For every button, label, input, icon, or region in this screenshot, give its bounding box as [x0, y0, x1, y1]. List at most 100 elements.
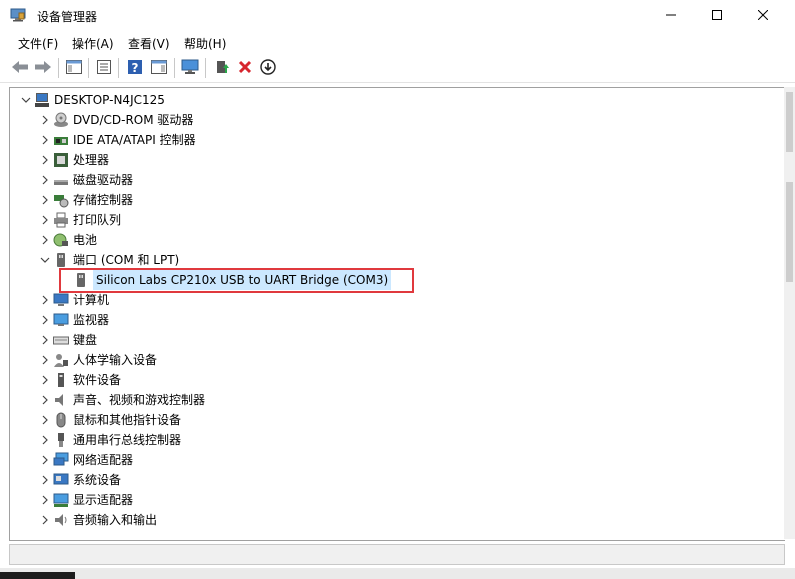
- tree-item-system-device[interactable]: 系统设备: [37, 470, 121, 490]
- tree-item-computer[interactable]: 计算机: [37, 290, 109, 310]
- minimize-button[interactable]: [648, 0, 694, 31]
- tree-item-storage-controller[interactable]: 存储控制器: [37, 190, 133, 210]
- chevron-right-icon[interactable]: [37, 390, 53, 410]
- chevron-right-icon[interactable]: [37, 150, 53, 170]
- update-driver-icon: [214, 59, 230, 78]
- menu-help[interactable]: 帮助(H): [184, 35, 226, 52]
- chevron-right-icon[interactable]: [37, 130, 53, 150]
- toolbar-separator: [58, 58, 59, 78]
- chevron-right-icon[interactable]: [37, 290, 53, 310]
- scan-hardware-button[interactable]: [180, 58, 200, 78]
- menu-action[interactable]: 操作(A): [72, 35, 114, 52]
- chevron-right-icon[interactable]: [37, 310, 53, 330]
- disable-device-button[interactable]: [258, 58, 278, 78]
- keyboard-icon: [53, 332, 69, 348]
- disk-drive-icon: [53, 172, 69, 188]
- chevron-down-icon[interactable]: [18, 90, 34, 110]
- chevron-right-icon[interactable]: [37, 450, 53, 470]
- tree-item-battery[interactable]: 电池: [37, 230, 97, 250]
- download-icon: [260, 58, 276, 78]
- device-tree[interactable]: DESKTOP-N4JC125 DVD/CD-ROM 驱动器 IDE ATA/A…: [9, 87, 785, 541]
- forward-arrow-icon: [34, 60, 52, 77]
- device-manager-icon: [10, 8, 26, 22]
- close-button[interactable]: [740, 0, 786, 31]
- tree-item-network-adapter[interactable]: 网络适配器: [37, 450, 133, 470]
- tree-item-hid[interactable]: 人体学输入设备: [37, 350, 157, 370]
- menu-view[interactable]: 查看(V): [128, 35, 170, 52]
- tree-root[interactable]: DESKTOP-N4JC125: [18, 90, 165, 110]
- toolbar: ?: [0, 54, 795, 83]
- close-icon: [757, 9, 769, 23]
- chevron-right-icon[interactable]: [37, 350, 53, 370]
- chevron-down-icon[interactable]: [37, 250, 53, 270]
- action-pane-button[interactable]: [149, 58, 169, 78]
- chevron-right-icon[interactable]: [37, 190, 53, 210]
- hid-icon: [53, 352, 69, 368]
- toolbar-separator: [118, 58, 119, 78]
- chevron-right-icon[interactable]: [37, 210, 53, 230]
- tree-item-keyboard[interactable]: 键盘: [37, 330, 97, 350]
- scroll-thumb[interactable]: [786, 92, 793, 152]
- properties-button[interactable]: [94, 58, 114, 78]
- network-adapter-icon: [53, 452, 69, 468]
- chevron-right-icon[interactable]: [37, 490, 53, 510]
- chevron-right-icon[interactable]: [37, 510, 53, 530]
- show-hide-console-tree-icon: [66, 59, 82, 78]
- window-title: 设备管理器: [37, 10, 98, 24]
- tree-item-disk-drive[interactable]: 磁盘驱动器: [37, 170, 133, 190]
- chevron-right-icon[interactable]: [37, 430, 53, 450]
- forward-button[interactable]: [33, 58, 53, 78]
- tree-item-mouse[interactable]: 鼠标和其他指针设备: [37, 410, 181, 430]
- show-hide-console-tree-button[interactable]: [64, 58, 84, 78]
- storage-controller-icon: [53, 192, 69, 208]
- highlight-box: [59, 268, 414, 293]
- system-device-icon: [53, 472, 69, 488]
- scroll-thumb[interactable]: [786, 182, 793, 282]
- back-arrow-icon: [11, 60, 29, 77]
- toolbar-separator: [205, 58, 206, 78]
- tree-item-sound-video-game[interactable]: 声音、视频和游戏控制器: [37, 390, 205, 410]
- tree-item-processor[interactable]: 处理器: [37, 150, 109, 170]
- chevron-right-icon[interactable]: [37, 410, 53, 430]
- tree-item-display-adapter[interactable]: 显示适配器: [37, 490, 133, 510]
- taskbar-start-area: [0, 572, 75, 579]
- toolbar-separator: [174, 58, 175, 78]
- monitor-icon: [181, 59, 199, 78]
- chevron-right-icon[interactable]: [37, 170, 53, 190]
- vertical-scrollbar[interactable]: [784, 87, 795, 539]
- tree-item-dvd-cd-rom[interactable]: DVD/CD-ROM 驱动器: [37, 110, 193, 130]
- usb-icon: [53, 432, 69, 448]
- properties-icon: [96, 59, 112, 78]
- computer-icon: [53, 292, 69, 308]
- maximize-button[interactable]: [694, 0, 740, 31]
- status-bar: [9, 544, 785, 565]
- tree-item-ports[interactable]: 端口 (COM 和 LPT): [37, 250, 179, 270]
- dvd-drive-icon: [53, 112, 69, 128]
- action-pane-icon: [151, 59, 167, 78]
- tree-item-print-queue[interactable]: 打印队列: [37, 210, 121, 230]
- computer-icon: [34, 92, 50, 108]
- battery-icon: [53, 232, 69, 248]
- uninstall-icon: [238, 60, 252, 77]
- menu-file[interactable]: 文件(F): [18, 35, 58, 52]
- uninstall-button[interactable]: [235, 58, 255, 78]
- tree-item-audio-io[interactable]: 音频输入和输出: [37, 510, 157, 530]
- ide-controller-icon: [53, 132, 69, 148]
- update-driver-button[interactable]: [212, 58, 232, 78]
- tree-item-monitor[interactable]: 监视器: [37, 310, 109, 330]
- tree-item-usb-controllers[interactable]: 通用串行总线控制器: [37, 430, 181, 450]
- help-button[interactable]: ?: [125, 58, 145, 78]
- chevron-right-icon[interactable]: [37, 470, 53, 490]
- tree-item-software-device[interactable]: 软件设备: [37, 370, 121, 390]
- printer-icon: [53, 212, 69, 228]
- toolbar-separator: [88, 58, 89, 78]
- chevron-right-icon[interactable]: [37, 110, 53, 130]
- mouse-icon: [53, 412, 69, 428]
- tree-item-ide-ata-atapi[interactable]: IDE ATA/ATAPI 控制器: [37, 130, 196, 150]
- chevron-right-icon[interactable]: [37, 370, 53, 390]
- back-button[interactable]: [10, 58, 30, 78]
- maximize-icon: [712, 9, 722, 23]
- chevron-right-icon[interactable]: [37, 330, 53, 350]
- svg-text:?: ?: [132, 61, 139, 75]
- chevron-right-icon[interactable]: [37, 230, 53, 250]
